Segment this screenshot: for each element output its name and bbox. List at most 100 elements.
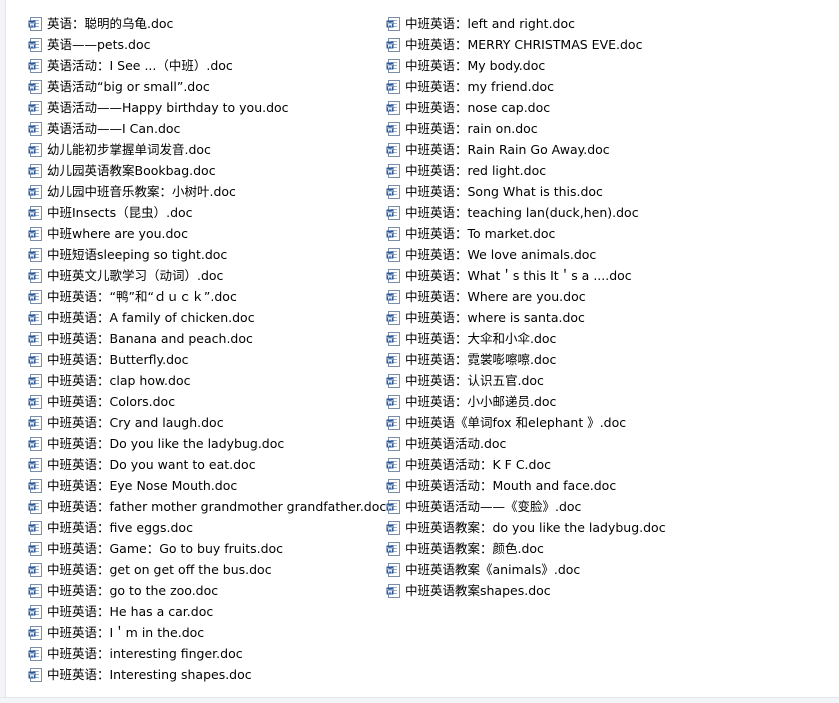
file-item[interactable]: 中班英语：Interesting shapes.doc	[28, 664, 386, 685]
file-item[interactable]: 中班英语：where is santa.doc	[386, 307, 666, 328]
word-doc-icon	[28, 184, 42, 199]
file-item[interactable]: 中班英语：小小邮递员.doc	[386, 391, 666, 412]
file-item[interactable]: 英语活动——I Can.doc	[28, 118, 386, 139]
file-item[interactable]: 中班英语：father mother grandmother grandfath…	[28, 496, 386, 517]
file-item[interactable]: 中班英语：Banana and peach.doc	[28, 328, 386, 349]
file-item[interactable]: 中班英语：My body.doc	[386, 55, 666, 76]
word-doc-icon	[28, 142, 42, 157]
file-item[interactable]: 中班英语：teaching lan(duck,hen).doc	[386, 202, 666, 223]
file-name-label: 中班英语：To market.doc	[405, 226, 556, 241]
word-doc-icon	[386, 520, 400, 535]
word-doc-icon	[28, 37, 42, 52]
word-doc-icon	[28, 415, 42, 430]
file-item[interactable]: 幼儿园中班音乐教案：小树叶.doc	[28, 181, 386, 202]
file-item[interactable]: 中班英语：“鸭”和“ｄｕｃｋ”.doc	[28, 286, 386, 307]
file-item[interactable]: 中班英语：interesting finger.doc	[28, 643, 386, 664]
word-doc-icon	[28, 646, 42, 661]
file-item[interactable]: 中班英语：left and right.doc	[386, 13, 666, 34]
file-item[interactable]: 中班英语：nose cap.doc	[386, 97, 666, 118]
file-item[interactable]: 中班英语：He has a car.doc	[28, 601, 386, 622]
file-item[interactable]: 中班英语：go to the zoo.doc	[28, 580, 386, 601]
word-doc-icon	[386, 310, 400, 325]
file-name-label: 中班英语：clap how.doc	[47, 373, 191, 388]
file-name-label: 中班英语：MERRY CHRISTMAS EVE.doc	[405, 37, 643, 52]
file-item[interactable]: 英语：聪明的乌龟.doc	[28, 13, 386, 34]
file-name-label: 中班英语《单词fox 和elephant 》.doc	[405, 415, 627, 430]
file-item[interactable]: 中班英语《单词fox 和elephant 》.doc	[386, 412, 666, 433]
file-name-label: 中班英语：Colors.doc	[47, 394, 176, 409]
word-doc-icon	[386, 373, 400, 388]
file-item[interactable]: 中班英语：Do you like the ladybug.doc	[28, 433, 386, 454]
file-item[interactable]: 中班英语：get on get off the bus.doc	[28, 559, 386, 580]
file-item[interactable]: 中班英语：To market.doc	[386, 223, 666, 244]
file-item[interactable]: 中班英语教案shapes.doc	[386, 580, 666, 601]
file-item[interactable]: 中班英语：Game：Go to buy fruits.doc	[28, 538, 386, 559]
file-item[interactable]: 中班英语：A family of chicken.doc	[28, 307, 386, 328]
word-doc-icon	[386, 121, 400, 136]
file-item[interactable]: 中班英语：We love animals.doc	[386, 244, 666, 265]
word-doc-icon	[28, 121, 42, 136]
file-item[interactable]: 中班英语：认识五官.doc	[386, 370, 666, 391]
file-item[interactable]: 中班英语：I＇m in the.doc	[28, 622, 386, 643]
word-doc-icon	[28, 394, 42, 409]
file-item[interactable]: 中班英语活动.doc	[386, 433, 666, 454]
file-name-label: 中班英语：Cry and laugh.doc	[47, 415, 224, 430]
file-item[interactable]: 中班英语：Where are you.doc	[386, 286, 666, 307]
file-item[interactable]: 中班英语：大伞和小伞.doc	[386, 328, 666, 349]
file-item[interactable]: 中班英语：Butterfly.doc	[28, 349, 386, 370]
file-item[interactable]: 中班英语活动——《变脸》.doc	[386, 496, 666, 517]
file-item[interactable]: 英语——pets.doc	[28, 34, 386, 55]
file-item[interactable]: 中班where are you.doc	[28, 223, 386, 244]
word-doc-icon	[386, 583, 400, 598]
file-name-label: 中班英语：nose cap.doc	[405, 100, 551, 115]
word-doc-icon	[386, 205, 400, 220]
word-doc-icon	[28, 352, 42, 367]
file-item[interactable]: 中班英语：Colors.doc	[28, 391, 386, 412]
file-item[interactable]: 幼儿能初步掌握单词发音.doc	[28, 139, 386, 160]
word-doc-icon	[28, 583, 42, 598]
file-item[interactable]: 中班Insects（昆虫）.doc	[28, 202, 386, 223]
word-doc-icon	[28, 226, 42, 241]
file-name-label: 中班英语：Eye Nose Mouth.doc	[47, 478, 238, 493]
word-doc-icon	[386, 247, 400, 262]
word-doc-icon	[28, 562, 42, 577]
file-item[interactable]: 中班英语：Eye Nose Mouth.doc	[28, 475, 386, 496]
file-item[interactable]: 中班英语：霓裳嘭嚓嚓.doc	[386, 349, 666, 370]
file-item[interactable]: 中班英语教案：颜色.doc	[386, 538, 666, 559]
word-doc-icon	[386, 79, 400, 94]
file-item[interactable]: 英语活动“big or small”.doc	[28, 76, 386, 97]
file-item[interactable]: 英语活动：I See ...（中班）.doc	[28, 55, 386, 76]
file-item[interactable]: 中班英语教案《animals》.doc	[386, 559, 666, 580]
file-item[interactable]: 中班英语：my friend.doc	[386, 76, 666, 97]
file-item[interactable]: 中班英语：red light.doc	[386, 160, 666, 181]
word-doc-icon	[386, 331, 400, 346]
file-column-right: 中班英语：left and right.doc 中班英语：MERRY CHRIST…	[386, 13, 666, 601]
word-doc-icon	[28, 520, 42, 535]
file-name-label: 英语活动——Happy birthday to you.doc	[47, 100, 289, 115]
file-item[interactable]: 中班英语教案：do you like the ladybug.doc	[386, 517, 666, 538]
file-item[interactable]: 中班英语：Rain Rain Go Away.doc	[386, 139, 666, 160]
file-item[interactable]: 中班英语：clap how.doc	[28, 370, 386, 391]
file-item[interactable]: 中班英语：Do you want to eat.doc	[28, 454, 386, 475]
word-doc-icon	[28, 16, 42, 31]
word-doc-icon	[386, 394, 400, 409]
word-doc-icon	[386, 142, 400, 157]
file-item[interactable]: 中班英语：five eggs.doc	[28, 517, 386, 538]
file-item[interactable]: 中班短语sleeping so tight.doc	[28, 244, 386, 265]
file-item[interactable]: 中班英语活动：Mouth and face.doc	[386, 475, 666, 496]
file-item[interactable]: 中班英文儿歌学习（动词）.doc	[28, 265, 386, 286]
file-item[interactable]: 中班英语：Cry and laugh.doc	[28, 412, 386, 433]
file-item[interactable]: 幼儿园英语教案Bookbag.doc	[28, 160, 386, 181]
file-item[interactable]: 中班英语活动：K F C.doc	[386, 454, 666, 475]
file-name-label: 中班英语教案shapes.doc	[405, 583, 551, 598]
file-item[interactable]: 英语活动——Happy birthday to you.doc	[28, 97, 386, 118]
file-item[interactable]: 中班英语：MERRY CHRISTMAS EVE.doc	[386, 34, 666, 55]
file-name-label: 中班英语：Banana and peach.doc	[47, 331, 253, 346]
file-name-label: 中班英语：where is santa.doc	[405, 310, 585, 325]
file-item[interactable]: 中班英语：Song What is this.doc	[386, 181, 666, 202]
file-item[interactable]: 中班英语：What＇s this It＇s a ....doc	[386, 265, 666, 286]
file-name-label: 英语：聪明的乌龟.doc	[47, 16, 174, 31]
word-doc-icon	[386, 562, 400, 577]
file-name-label: 中班英语：A family of chicken.doc	[47, 310, 255, 325]
file-item[interactable]: 中班英语：rain on.doc	[386, 118, 666, 139]
